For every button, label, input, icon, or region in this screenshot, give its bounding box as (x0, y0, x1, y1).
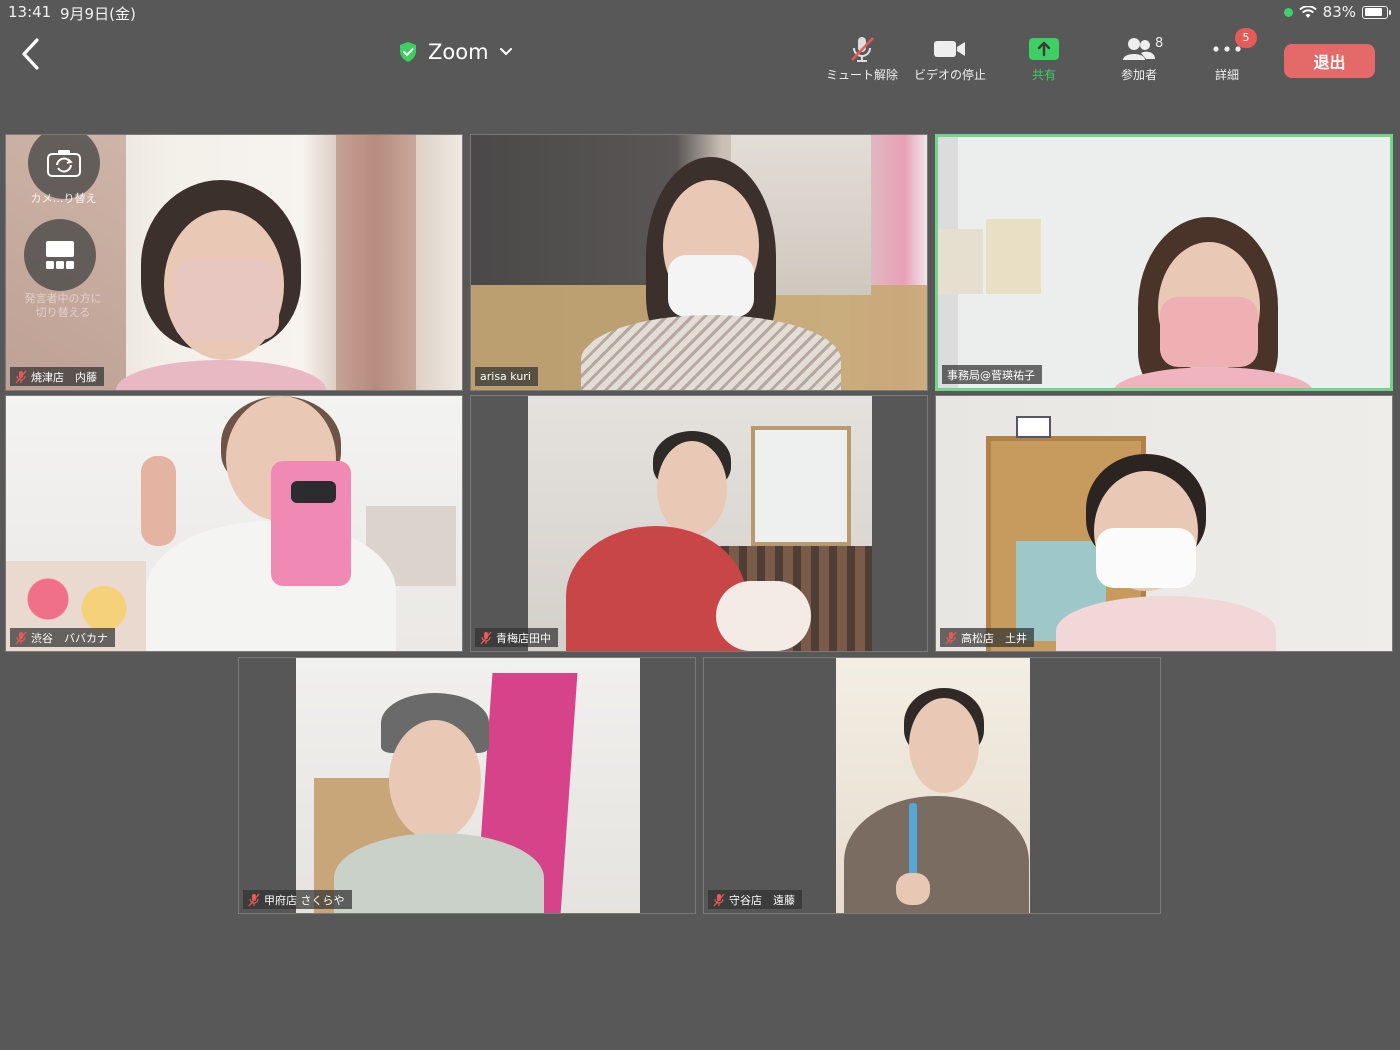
participant-name: 守谷店 遠藤 (729, 893, 795, 907)
participant-name-tag: 高松店 土井 (940, 628, 1034, 647)
video-feed (239, 658, 695, 913)
video-feed (471, 135, 927, 390)
notification-badge: 5 (1235, 28, 1257, 48)
more-label: 詳細 (1214, 68, 1239, 82)
video-tile[interactable]: 高松店 土井 (935, 395, 1393, 652)
stop-video-label: ビデオの停止 (913, 68, 986, 82)
participants-icon (1123, 38, 1155, 60)
mic-muted-icon (480, 631, 492, 644)
video-tile[interactable]: 甲府店 さくらや (238, 657, 696, 914)
participant-name-tag: 甲府店 さくらや (243, 890, 352, 909)
participant-name: 甲府店 さくらや (264, 893, 345, 907)
stop-video-button[interactable]: ビデオの停止 (905, 34, 995, 86)
mic-muted-icon (851, 37, 874, 62)
leave-button[interactable]: 退出 (1284, 44, 1375, 78)
video-tile[interactable]: 渋谷 ババカナ (5, 395, 463, 652)
unmute-label: ミュート解除 (825, 68, 898, 82)
video-tile[interactable]: 青梅店田中 (470, 395, 928, 652)
back-button[interactable] (16, 36, 46, 72)
video-tile-active-speaker[interactable]: 事務局@菅瑛祐子 (935, 134, 1393, 391)
participants-count: 8 (1155, 36, 1164, 51)
participant-name-tag: 青梅店田中 (475, 628, 558, 647)
mic-muted-icon (713, 893, 725, 906)
mic-muted-icon (15, 370, 27, 383)
status-date: 9月9日(金) (60, 5, 136, 23)
participant-name-tag: 焼津店 内藤 (10, 367, 104, 386)
participant-name: 青梅店田中 (496, 631, 551, 645)
participant-name: 事務局@菅瑛祐子 (947, 368, 1035, 382)
battery-percent: 83% (1322, 3, 1356, 21)
video-tile[interactable]: カメ…り替え 発言者中の方に 切り替える 焼津店 内藤 (5, 134, 463, 391)
switch-camera-label: カメ…り替え (30, 192, 97, 205)
participants-button[interactable]: 8 参加者 (1094, 34, 1184, 86)
chevron-down-icon (499, 48, 512, 56)
mic-muted-icon (248, 893, 260, 906)
participants-label: 参加者 (1120, 68, 1157, 82)
speaker-view-icon (46, 241, 74, 269)
camera-in-use-indicator (1283, 7, 1293, 17)
more-button[interactable]: 5 詳細 (1182, 28, 1272, 86)
participant-name: 渋谷 ババカナ (31, 631, 108, 645)
switch-view-label: 発言者中の方に 切り替える (24, 292, 102, 319)
share-button[interactable]: 共有 (999, 34, 1089, 86)
video-tile[interactable]: arisa kuri (470, 134, 928, 391)
battery-icon (1362, 5, 1391, 19)
video-camera-icon (934, 41, 965, 57)
participant-name-tag: 事務局@菅瑛祐子 (942, 365, 1042, 384)
status-right: 83% (1283, 3, 1391, 21)
video-feed (938, 137, 1390, 388)
chevron-left-icon (22, 38, 39, 70)
switch-view-button[interactable] (24, 219, 96, 291)
video-tile[interactable]: 守谷店 遠藤 (703, 657, 1161, 914)
video-feed (6, 396, 462, 651)
video-feed (704, 658, 1160, 913)
video-feed (936, 396, 1392, 651)
unmute-button[interactable]: ミュート解除 (817, 34, 907, 86)
meeting-title-menu[interactable]: Zoom (398, 40, 513, 64)
status-bar: 13:41 9月9日(金) 83% (0, 0, 1400, 26)
mic-muted-icon (15, 631, 27, 644)
wifi-icon (1298, 5, 1317, 18)
share-label: 共有 (1031, 68, 1056, 82)
shield-check-icon (400, 42, 416, 62)
participant-name-tag: 守谷店 遠藤 (708, 890, 802, 909)
status-time: 13:41 (8, 3, 52, 21)
participant-name: 焼津店 内藤 (31, 370, 97, 384)
participant-name-tag: arisa kuri (475, 367, 538, 386)
video-feed (471, 396, 927, 651)
camera-switch-icon (47, 150, 81, 177)
share-screen-icon (1029, 38, 1059, 60)
mic-muted-icon (945, 631, 957, 644)
participant-name: arisa kuri (480, 370, 531, 383)
meeting-title: Zoom (428, 40, 489, 64)
participant-name-tag: 渋谷 ババカナ (10, 628, 115, 647)
participant-name: 高松店 土井 (961, 631, 1027, 645)
